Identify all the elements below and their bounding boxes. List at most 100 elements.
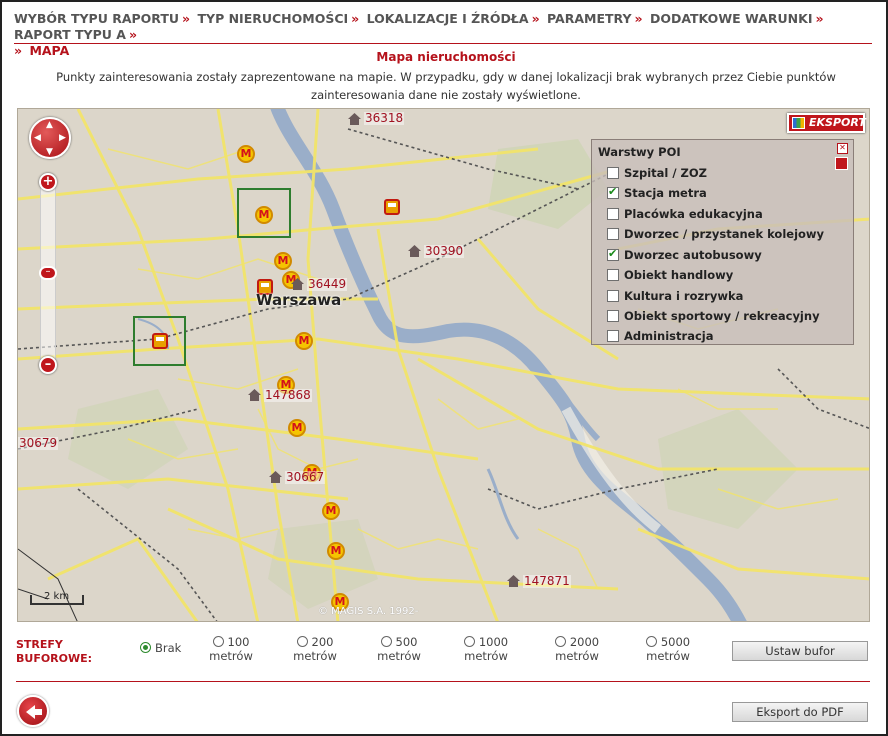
buffer-option-1000[interactable]: 1000 metrów [460,635,512,663]
property-label[interactable]: 36449 [307,278,348,291]
layer-label: Placówka edukacyjna [624,207,763,221]
pan-left-icon[interactable]: ◀ [34,134,41,143]
property-label[interactable]: 147871 [523,575,571,588]
radio-button[interactable] [212,636,224,647]
layer-item-obiekt-handlowy[interactable]: Obiekt handlowy [607,266,733,284]
buffer-option-unit: metrów [377,649,421,663]
breadcrumb-item[interactable]: WYBÓR TYPU RAPORTU [14,11,179,26]
divider [14,43,872,44]
radio-button[interactable] [380,636,392,647]
buffer-option-value: 100 [227,635,250,649]
metro-icon[interactable]: M [255,206,273,224]
pan-control[interactable]: ▲ ▼ ◀ ▶ [29,117,71,159]
buffer-option-unit: metrów [464,649,508,663]
buffer-zones-label: STREFY BUFOROWE: [16,638,93,665]
breadcrumb-separator: » [182,11,191,26]
property-label[interactable]: 147868 [264,389,312,402]
layer-checkbox[interactable] [607,185,619,199]
buffer-option-500[interactable]: 500 metrów [375,635,423,663]
house-icon[interactable] [269,471,282,483]
layer-item-dworzec-autobusowy[interactable]: Dworzec autobusowy [607,246,762,264]
property-label[interactable]: 30679 [18,437,59,450]
layer-label: Kultura i rozrywka [624,289,744,303]
layer-item-obiekt-sportowy[interactable]: Obiekt sportowy / rekreacyjny [607,307,820,325]
layer-checkbox[interactable] [607,228,619,240]
metro-icon[interactable]: M [295,332,313,350]
poi-layers-panel: Warstwy POI ✕ Szpital / ZOZ Stacja metra… [591,139,854,345]
metro-icon[interactable]: M [237,145,255,163]
layer-item-szpital[interactable]: Szpital / ZOZ [607,164,707,182]
layer-checkbox[interactable] [607,269,619,281]
layer-item-placowka-edukacyjna[interactable]: Placówka edukacyjna [607,205,763,223]
breadcrumb-item[interactable]: DODATKOWE WARUNKI [650,11,813,26]
metro-icon[interactable]: M [327,542,345,560]
layer-checkbox[interactable] [607,247,619,261]
buffer-option-value: 5000 [660,635,691,649]
close-icon[interactable]: ✕ [837,143,848,154]
pan-right-icon[interactable]: ▶ [59,134,66,143]
radio-button[interactable] [554,636,566,647]
buffer-option-unit: metrów [293,649,337,663]
breadcrumb-item[interactable]: LOKALIZACJE I ŹRÓDŁA [367,11,529,26]
buffer-option-5000[interactable]: 5000 metrów [642,635,694,663]
buffer-option-value: Brak [155,641,182,655]
radio-button[interactable] [140,642,151,653]
pan-down-icon[interactable]: ▼ [46,148,53,157]
property-label[interactable]: 30390 [424,245,465,258]
layer-item-dworzec-kolejowy[interactable]: Dworzec / przystanek kolejowy [607,225,824,243]
zoom-in-button[interactable]: + [39,173,57,191]
layer-label: Administracja [624,329,714,343]
layer-checkbox[interactable] [607,290,619,302]
zoom-out-button[interactable]: – [39,356,57,374]
breadcrumb-item[interactable]: TYP NIERUCHOMOŚCI [197,11,348,26]
layer-label: Szpital / ZOZ [624,166,708,180]
buffer-option-brak[interactable]: Brak [140,641,181,655]
bus-station-icon[interactable] [152,333,168,349]
breadcrumb-separator: » [634,11,643,26]
breadcrumb-item[interactable]: PARAMETRY [547,11,632,26]
house-icon[interactable] [507,575,520,587]
buffer-option-200[interactable]: 200 metrów [291,635,339,663]
layer-checkbox[interactable] [607,310,619,322]
house-icon[interactable] [348,113,361,125]
buffer-option-value: 2000 [569,635,600,649]
layer-item-kultura[interactable]: Kultura i rozrywka [607,287,743,305]
back-button[interactable] [17,695,49,727]
buffer-option-unit: metrów [209,649,253,663]
house-icon[interactable] [291,278,304,290]
pan-up-icon[interactable]: ▲ [46,121,53,130]
map-export-button[interactable]: EKSPORT [787,113,866,133]
metro-icon[interactable]: M [274,252,292,270]
layer-label: Dworzec autobusowy [624,248,762,262]
breadcrumb-item[interactable]: RAPORT TYPU A [14,27,126,42]
layer-checkbox[interactable] [607,208,619,220]
bus-station-icon[interactable] [384,199,400,215]
set-buffer-button[interactable]: Ustaw bufor [732,641,868,661]
buffer-option-100[interactable]: 100 metrów [207,635,255,663]
house-icon[interactable] [408,245,421,257]
radio-button[interactable] [463,636,475,647]
layer-item-administracja[interactable]: Administracja [607,327,713,345]
map-view[interactable]: ▲ ▼ ◀ ▶ + – – M M M M M M M M M M M 3631… [17,108,870,622]
layer-checkbox[interactable] [607,167,619,179]
breadcrumb-separator: » [531,11,540,26]
page-title: Mapa nieruchomości [376,50,516,64]
zoom-slider-handle[interactable]: – [39,266,57,280]
metro-icon[interactable]: M [322,502,340,520]
buffer-option-unit: metrów [555,649,599,663]
map-copyright: © MAGIS S.A. 1992- [318,606,419,617]
metro-icon[interactable]: M [288,419,306,437]
export-pdf-button[interactable]: Eksport do PDF [732,702,868,722]
layer-label: Stacja metra [624,186,707,200]
popout-icon[interactable] [835,157,848,170]
radio-button[interactable] [296,636,308,647]
buffer-option-value: 500 [395,635,418,649]
property-label[interactable]: 36318 [364,112,405,125]
layer-checkbox[interactable] [607,330,619,342]
layer-item-stacja-metra[interactable]: Stacja metra [607,184,707,202]
buffer-option-2000[interactable]: 2000 metrów [551,635,603,663]
property-label[interactable]: 30667 [285,471,326,484]
breadcrumb-separator: » [128,27,138,42]
house-icon[interactable] [248,389,261,401]
radio-button[interactable] [645,636,657,647]
